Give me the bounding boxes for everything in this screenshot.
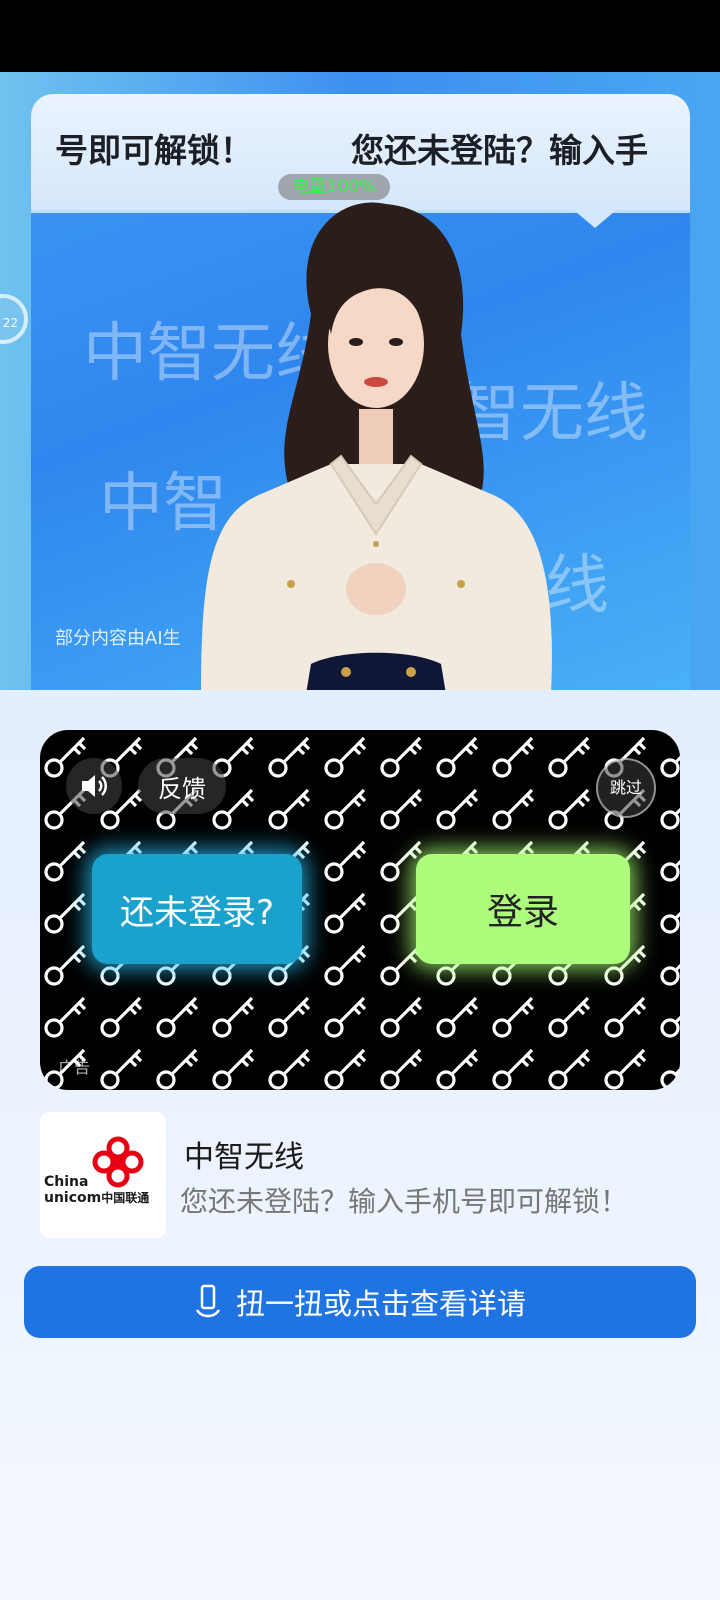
countdown-timer[interactable]: 22 xyxy=(0,294,28,344)
video-player[interactable]: 中智无线 智无线 中智 无线 号即可解锁！ 您还未登陆？输入手 xyxy=(0,72,720,690)
skip-button[interactable]: 跳过 xyxy=(596,758,656,818)
advertiser-name[interactable]: 中智无线 xyxy=(184,1132,304,1176)
advertiser-logo[interactable]: China unicom中国联通 xyxy=(40,1112,166,1238)
logo-text: China unicom中国联通 xyxy=(44,1174,150,1206)
advertiser-description[interactable]: 您还未登陆？输入手机号即可解锁！ xyxy=(180,1180,660,1220)
feedback-button[interactable]: 反馈 xyxy=(138,758,226,814)
view-details-button[interactable]: 扭一扭或点击查看详请 xyxy=(24,1266,696,1338)
sound-toggle-button[interactable] xyxy=(66,758,122,814)
phone-shake-icon xyxy=(195,1284,221,1318)
status-bar xyxy=(0,0,720,72)
video-frame: 中智无线 智无线 中智 无线 号即可解锁！ 您还未登陆？输入手 xyxy=(31,94,690,690)
ad-card[interactable]: 反馈 跳过 还未登录? 登录 广告 xyxy=(40,730,680,1090)
marquee-text: 号即可解锁！ xyxy=(55,131,253,170)
not-logged-in-button[interactable]: 还未登录? xyxy=(92,854,302,964)
cta-label: 扭一扭或点击查看详请 xyxy=(235,1287,526,1321)
login-button[interactable]: 登录 xyxy=(416,854,630,964)
ai-content-note: 部分内容由AI生 xyxy=(55,628,181,649)
speaker-icon xyxy=(82,775,107,797)
presenter-image xyxy=(201,202,552,690)
marquee-text: 您还未登陆？输入手 xyxy=(351,131,648,170)
battery-badge: 电量100% xyxy=(278,174,390,200)
ad-label: 广告 xyxy=(58,1058,91,1077)
speech-bubble-tail xyxy=(569,206,621,228)
